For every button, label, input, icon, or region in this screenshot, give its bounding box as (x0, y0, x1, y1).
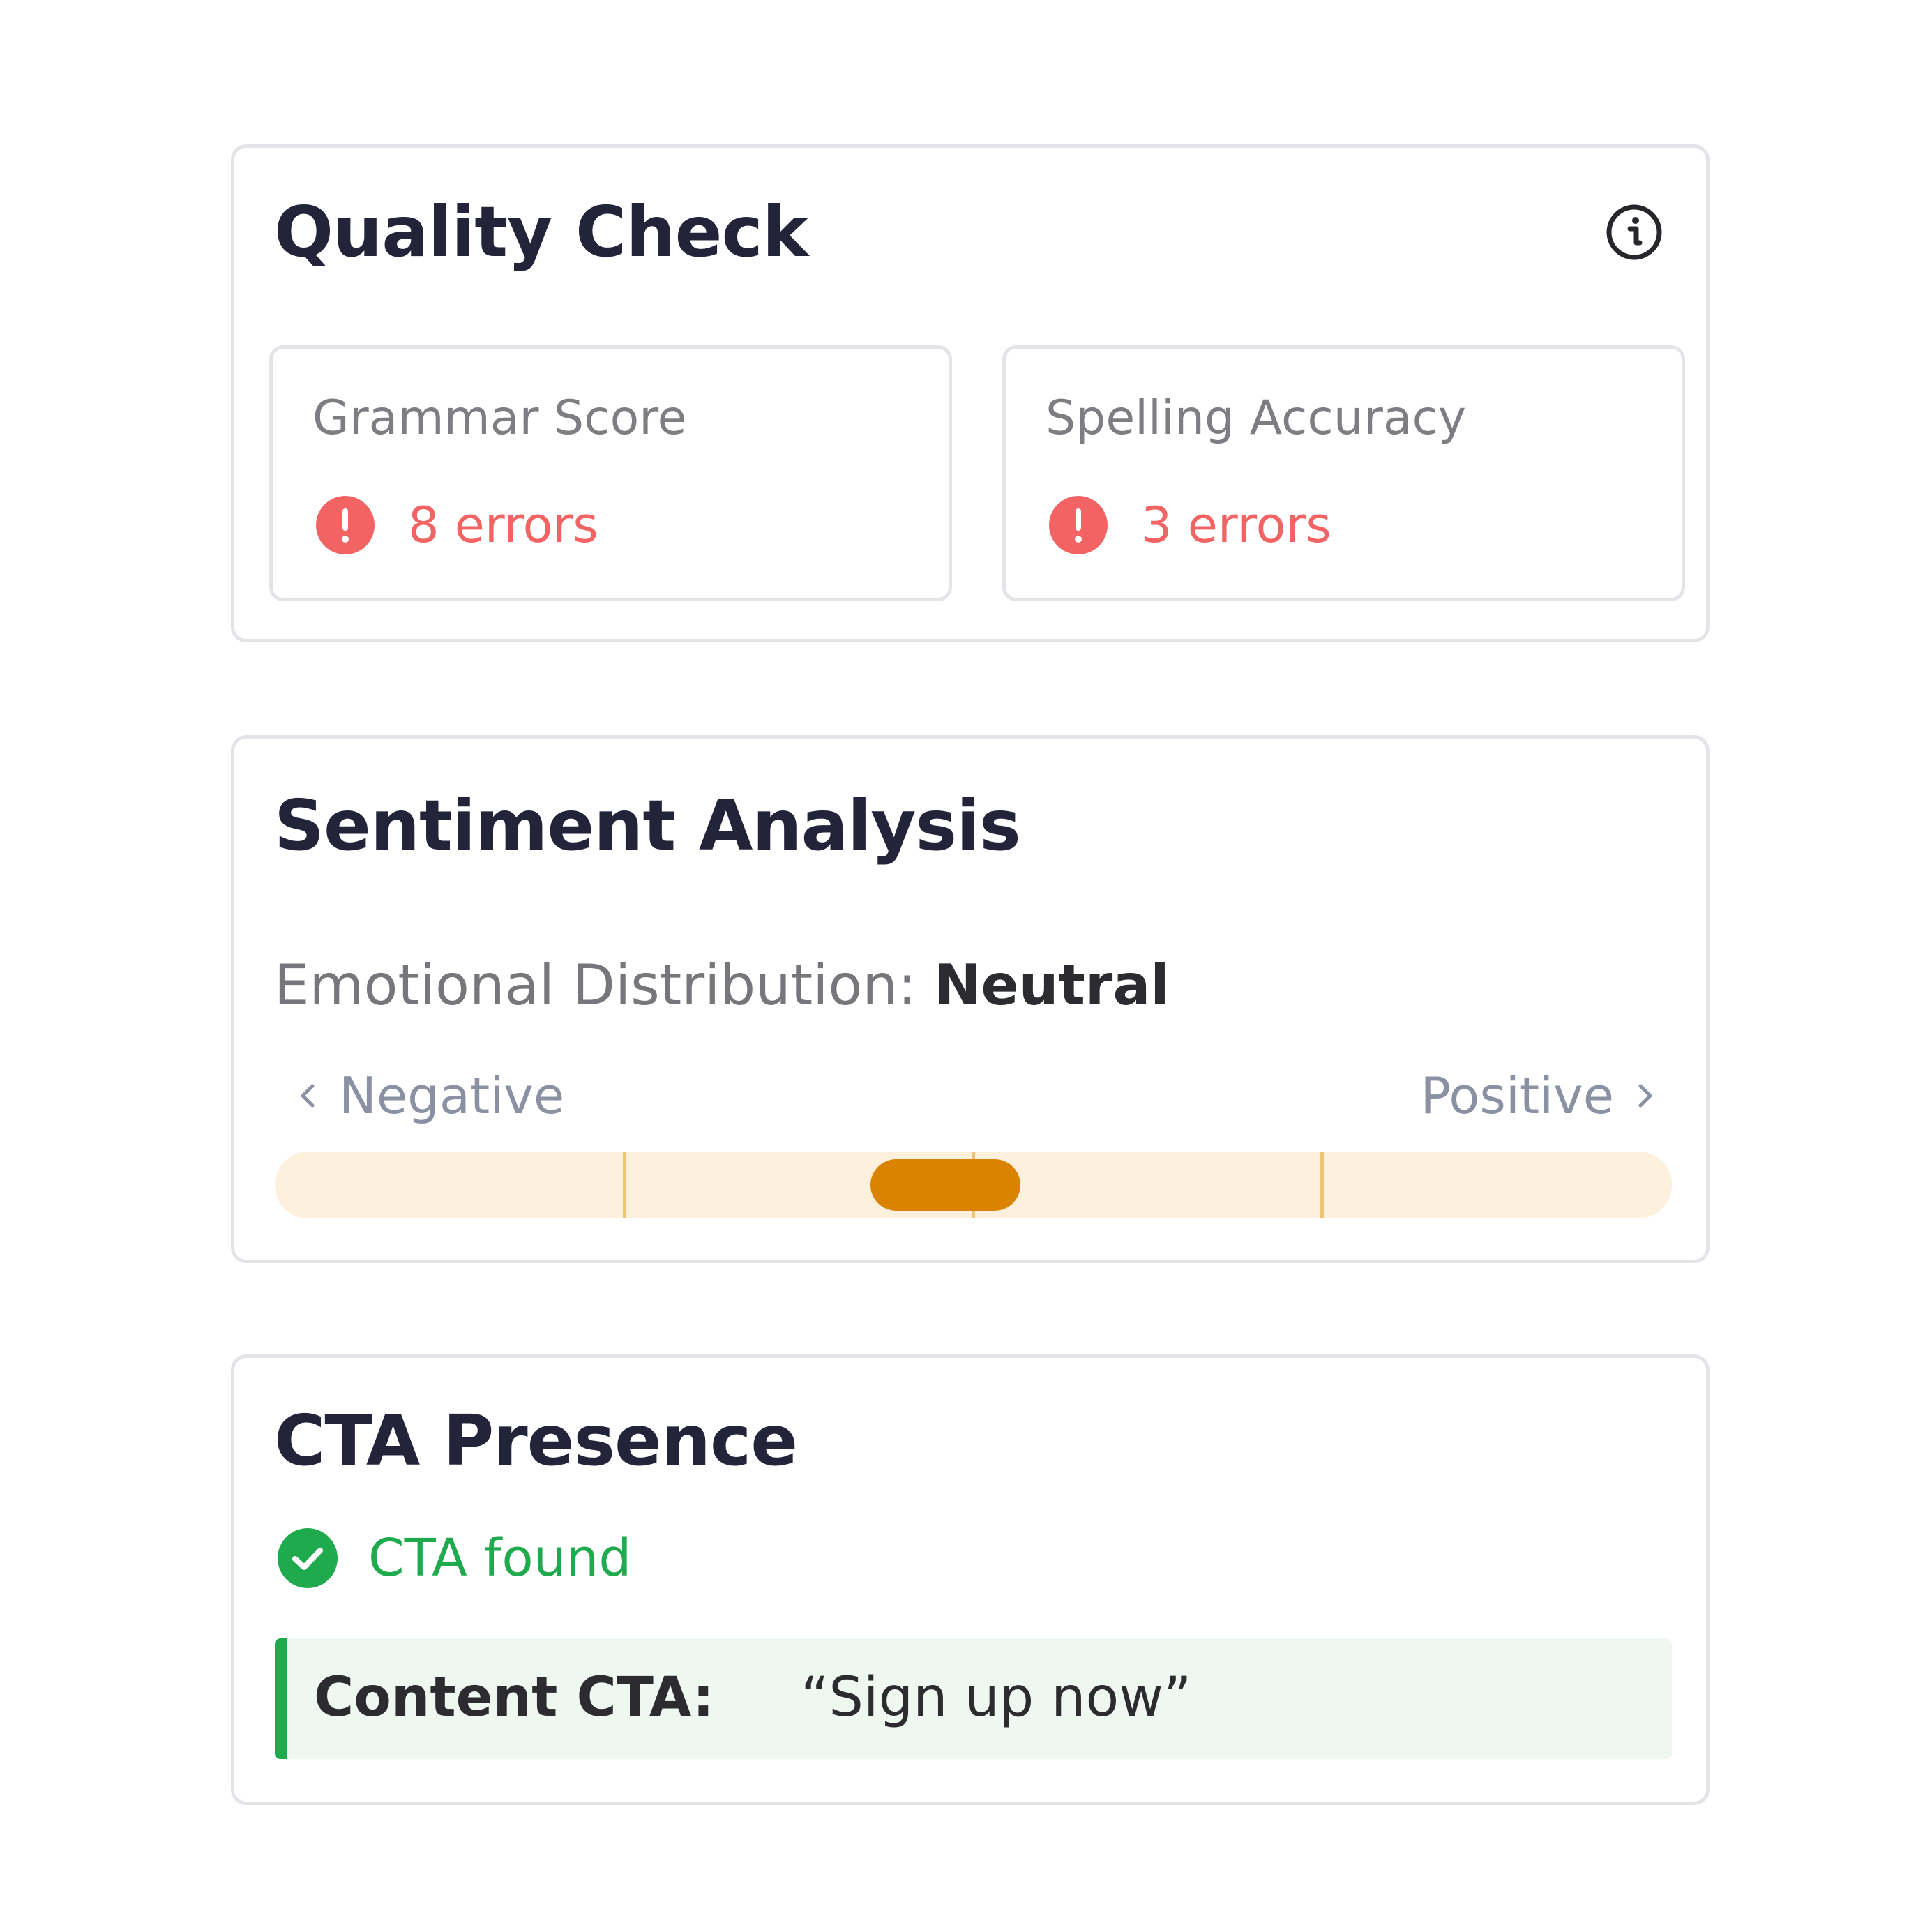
info-icon[interactable] (1606, 204, 1663, 261)
grammar-error-count: 8 errors (408, 497, 598, 554)
positive-label: Positive (1420, 1066, 1614, 1125)
emotional-distribution: Emotional Distribution: Neutral (274, 953, 1170, 1018)
cta-presence-title: CTA Presence (274, 1400, 798, 1481)
spelling-accuracy-box: Spelling Accuracy 3 errors (1002, 345, 1685, 601)
sentiment-slider-track (275, 1152, 1672, 1218)
sentiment-analysis-card: Sentiment Analysis Emotional Distributio… (231, 735, 1710, 1263)
chevron-right-icon (1638, 1084, 1652, 1108)
grammar-score-label: Grammar Score (312, 391, 687, 446)
spelling-accuracy-status: 3 errors (1049, 495, 1331, 555)
error-icon (316, 496, 375, 554)
content-cta-label: Content CTA: (314, 1666, 714, 1729)
spelling-error-count: 3 errors (1141, 497, 1331, 554)
chevron-left-icon (301, 1084, 315, 1108)
error-icon (1049, 496, 1108, 554)
check-circle-icon (278, 1528, 338, 1588)
quality-check-card: Quality Check Grammar Score 8 errors Spe… (231, 144, 1710, 642)
grammar-score-box: Grammar Score 8 errors (269, 345, 952, 601)
negative-scale-label: Negative (297, 1064, 564, 1127)
negative-label: Negative (339, 1066, 565, 1125)
quality-check-title: Quality Check (274, 191, 808, 273)
cta-status: CTA found (278, 1527, 631, 1590)
emotional-distribution-label: Emotional Distribution: (274, 953, 917, 1018)
grammar-score-status: 8 errors (316, 495, 598, 555)
positive-scale-label: Positive (1420, 1064, 1656, 1127)
spelling-accuracy-label: Spelling Accuracy (1046, 391, 1467, 446)
slider-tick (623, 1152, 626, 1218)
slider-tick (1320, 1152, 1324, 1218)
content-cta-value: “Sign up now” (801, 1666, 1192, 1729)
sentiment-analysis-title: Sentiment Analysis (274, 785, 1021, 866)
cta-presence-card: CTA Presence CTA found Content CTA: “Sig… (231, 1354, 1710, 1805)
sentiment-slider-thumb[interactable] (870, 1159, 1020, 1211)
content-cta-box: Content CTA: “Sign up now” (275, 1638, 1672, 1759)
cta-status-text: CTA found (368, 1528, 632, 1588)
emotional-distribution-value: Neutral (934, 953, 1170, 1018)
